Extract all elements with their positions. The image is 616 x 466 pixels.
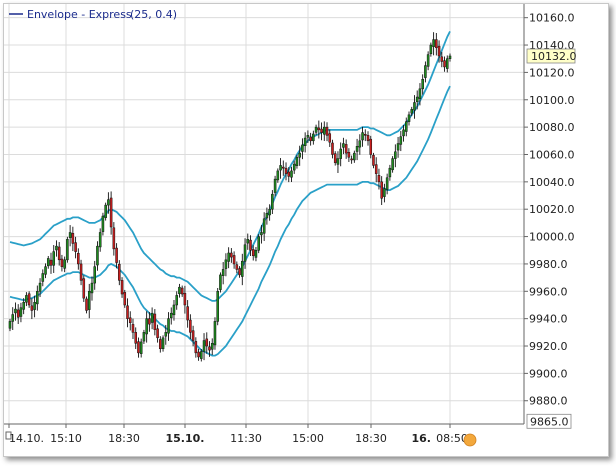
x-tick-label: 11:30 bbox=[230, 432, 262, 445]
y-tick-label: 10020.0 bbox=[529, 203, 575, 216]
legend[interactable]: Envelope - Express (25, 0.4) bbox=[9, 8, 177, 21]
chart-background bbox=[4, 4, 608, 456]
y-tick-label: 10060.0 bbox=[529, 148, 575, 161]
x-tick-label: 18:30 bbox=[108, 432, 140, 445]
x-tick-label: 18:30 bbox=[355, 432, 387, 445]
x-tick-label: 15:00 bbox=[292, 432, 324, 445]
y-tick-label: 10080.0 bbox=[529, 121, 575, 134]
last-price-marker: 10132.0 bbox=[526, 48, 577, 64]
x-tick-label: 15:10 bbox=[50, 432, 82, 445]
price-chart[interactable]: 10160.010140.010120.010100.010080.010060… bbox=[4, 4, 608, 456]
y-tick-label: 10120.0 bbox=[529, 66, 575, 79]
y-tick-label: 10040.0 bbox=[529, 176, 575, 189]
legend-label: Envelope - Express bbox=[27, 8, 132, 21]
info-badge-icon[interactable] bbox=[463, 433, 477, 447]
legend-params: (25, 0.4) bbox=[130, 8, 177, 21]
x-tick-label: 08:50 bbox=[436, 432, 468, 445]
y-tick-label: 10160.0 bbox=[529, 12, 575, 25]
x-tick-label: 16. bbox=[412, 432, 432, 445]
candle bbox=[66, 236, 69, 263]
candle bbox=[104, 202, 107, 221]
x-tick-label: 15.10. bbox=[166, 432, 205, 445]
candle bbox=[82, 275, 86, 302]
min-price-label: 9865.0 bbox=[530, 415, 569, 428]
y-tick-label: 10000.0 bbox=[529, 231, 575, 244]
x-tick-label: 14.10. bbox=[9, 432, 44, 445]
candle bbox=[216, 288, 219, 326]
candle bbox=[213, 317, 217, 350]
y-tick-label: 9980.0 bbox=[529, 258, 568, 271]
y-tick-label: 9900.0 bbox=[529, 367, 568, 380]
candle bbox=[123, 289, 127, 308]
candle bbox=[257, 234, 260, 254]
y-tick-label: 9940.0 bbox=[529, 313, 568, 326]
y-tick-label: 9920.0 bbox=[529, 340, 568, 353]
last-price-label: 10132.0 bbox=[531, 50, 577, 63]
y-tick-label: 10100.0 bbox=[529, 94, 575, 107]
y-tick-label: 9880.0 bbox=[529, 395, 568, 408]
chart-window: 10160.0 10140.0 10120.0 10100.0 10080.0 10060… bbox=[3, 3, 609, 457]
min-price-marker: 9865.0 bbox=[526, 413, 572, 429]
candle bbox=[219, 272, 222, 293]
y-tick-label: 9960.0 bbox=[529, 285, 568, 298]
